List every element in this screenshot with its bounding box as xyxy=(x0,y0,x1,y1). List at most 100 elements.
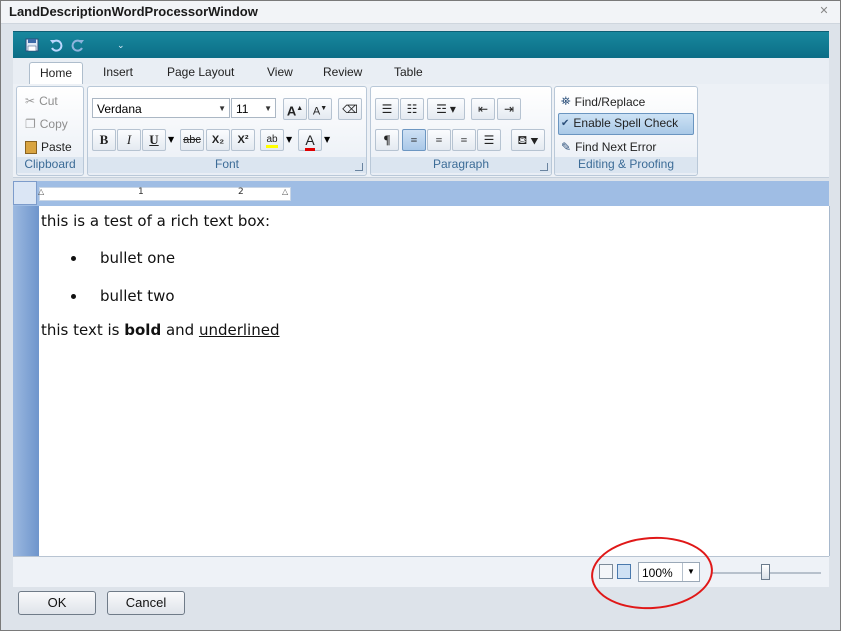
font-dialog-launcher-icon[interactable] xyxy=(355,163,363,171)
increase-indent-icon: ⇥ xyxy=(503,102,515,116)
title-bar: LandDescriptionWordProcessorWindow ✕ xyxy=(1,1,840,24)
italic-button[interactable]: I xyxy=(117,129,141,151)
strikethrough-button[interactable]: abc xyxy=(180,129,204,151)
bold-button[interactable]: B xyxy=(92,129,116,151)
list-item-text: bullet two xyxy=(100,287,175,305)
redo-icon[interactable] xyxy=(71,38,85,52)
clipboard-group-label: Clipboard xyxy=(17,157,83,173)
subscript-button[interactable]: X₂ xyxy=(206,129,230,151)
bullet-list-icon: ☰ xyxy=(381,102,393,116)
font-size-select[interactable]: 11 ▼ xyxy=(231,98,276,118)
grow-font-button[interactable]: A▲ xyxy=(283,98,307,120)
bullet-icon xyxy=(71,256,76,261)
font-color-dropdown-icon[interactable]: ▼ xyxy=(324,135,330,144)
find-replace-label: Find/Replace xyxy=(574,94,646,109)
tab-insert[interactable]: Insert xyxy=(103,65,133,79)
find-next-error-label: Find Next Error xyxy=(575,140,657,154)
superscript-button[interactable]: X² xyxy=(231,129,255,151)
eraser-icon: ⌫ xyxy=(342,104,358,116)
find-replace-button[interactable]: ⛯ Find/Replace xyxy=(561,94,645,109)
find-next-error-button[interactable]: ✎ Find Next Error xyxy=(561,140,656,154)
justify-icon: ☰ xyxy=(483,133,495,147)
cancel-button[interactable]: Cancel xyxy=(107,591,185,615)
ok-button[interactable]: OK xyxy=(18,591,96,615)
ruler-scale[interactable]: 1 2 △ △ xyxy=(38,187,291,201)
copy-button[interactable]: ❐ Copy xyxy=(25,117,68,131)
align-left-icon: ≡ xyxy=(410,133,418,147)
shrink-font-button[interactable]: A▼ xyxy=(308,98,332,120)
cut-button[interactable]: ✂ Cut xyxy=(25,94,58,108)
vertical-ruler xyxy=(13,206,39,556)
tab-table[interactable]: Table xyxy=(394,65,423,79)
font-family-select[interactable]: Verdana ▼ xyxy=(92,98,230,118)
document-line: this text is bold and underlined xyxy=(41,321,279,339)
tab-home[interactable]: Home xyxy=(29,62,84,84)
shading-button[interactable]: ⛾ ▾ xyxy=(511,129,545,151)
zoom-slider-thumb[interactable] xyxy=(761,564,770,580)
undo-icon[interactable] xyxy=(49,38,63,52)
decrease-indent-icon: ⇤ xyxy=(477,102,489,116)
clear-formatting-button[interactable]: ⌫ xyxy=(338,98,362,120)
horizontal-ruler: 1 2 △ △ xyxy=(13,181,829,206)
document-line: this is a test of a rich text box: xyxy=(41,212,271,230)
tab-review[interactable]: Review xyxy=(323,65,362,79)
paragraph-dialog-launcher-icon[interactable] xyxy=(540,163,548,171)
save-icon[interactable] xyxy=(25,38,39,52)
tab-view[interactable]: View xyxy=(267,65,293,79)
find-error-icon: ✎ xyxy=(561,140,572,154)
highlighter-icon: ab xyxy=(266,134,278,148)
bold-text: bold xyxy=(124,321,162,339)
bullets-button[interactable]: ☰ xyxy=(375,98,399,120)
underlined-text: underlined xyxy=(198,321,280,339)
binoculars-icon: ⛯ xyxy=(561,94,571,108)
align-left-button[interactable]: ≡ xyxy=(402,129,426,151)
font-group-label: Font xyxy=(88,157,366,173)
tab-stop-selector[interactable] xyxy=(13,181,37,205)
numbering-button[interactable]: ☷ xyxy=(400,98,424,120)
paragraph-group-label: Paragraph xyxy=(371,157,551,173)
scissors-icon: ✂ xyxy=(25,94,36,108)
word-processor-window: LandDescriptionWordProcessorWindow ✕ ⌄ H… xyxy=(0,0,841,631)
multilevel-list-button[interactable]: ☲ ▾ xyxy=(427,98,465,120)
editing-proofing-group-label: Editing & Proofing xyxy=(555,157,697,173)
tab-page-layout[interactable]: Page Layout xyxy=(167,65,234,79)
highlight-dropdown-icon[interactable]: ▼ xyxy=(286,135,292,144)
left-indent-marker[interactable]: △ xyxy=(38,187,44,196)
numbered-list-icon: ☷ xyxy=(406,102,418,116)
bullet-icon xyxy=(71,294,76,299)
align-right-button[interactable]: ≡ xyxy=(452,129,476,151)
justify-button[interactable]: ☰ xyxy=(477,129,501,151)
font-color-button[interactable]: A xyxy=(298,129,322,151)
decrease-indent-button[interactable]: ⇤ xyxy=(471,98,495,120)
document-editor[interactable]: this is a test of a rich text box: bulle… xyxy=(39,206,830,556)
ruler-mark: 1 xyxy=(138,187,144,197)
increase-indent-button[interactable]: ⇥ xyxy=(497,98,521,120)
highlight-button[interactable]: ab xyxy=(260,129,284,151)
close-icon[interactable]: ✕ xyxy=(818,5,830,17)
paint-bucket-icon: ⛾ ▾ xyxy=(517,133,539,147)
enable-spell-check-content: ✔ Enable Spell Check xyxy=(561,116,678,130)
align-right-icon: ≡ xyxy=(460,133,468,147)
underline-button[interactable]: U xyxy=(142,129,166,151)
right-indent-marker[interactable]: △ xyxy=(282,187,288,196)
customize-toolbar-icon[interactable]: ⌄ xyxy=(117,41,125,51)
chevron-down-icon: ▼ xyxy=(264,104,272,113)
chevron-down-icon: ▼ xyxy=(218,104,226,113)
show-formatting-button[interactable]: ¶ xyxy=(375,129,399,151)
paste-label: Paste xyxy=(41,140,72,154)
editing-proofing-group: ⛯ Find/Replace ✔ Enable Spell Check ✎ Fi… xyxy=(554,86,698,176)
clipboard-paste-icon xyxy=(25,140,37,154)
ruler-mark: 2 xyxy=(238,187,244,197)
ribbon: ✂ Cut ❐ Copy Paste Clipboard Verdana ▼ 1… xyxy=(13,84,829,178)
quick-access-toolbar: ⌄ xyxy=(13,31,829,59)
paste-button[interactable]: Paste xyxy=(25,140,72,154)
copy-icon: ❐ xyxy=(25,117,36,131)
list-item-text: bullet one xyxy=(100,249,176,267)
copy-label: Copy xyxy=(39,117,68,131)
font-size-value: 11 xyxy=(236,102,249,116)
font-family-value: Verdana xyxy=(97,102,142,116)
align-center-icon: ≡ xyxy=(435,133,443,147)
align-center-button[interactable]: ≡ xyxy=(427,129,451,151)
plain-text: and xyxy=(161,321,199,339)
underline-dropdown-icon[interactable]: ▼ xyxy=(168,135,174,144)
